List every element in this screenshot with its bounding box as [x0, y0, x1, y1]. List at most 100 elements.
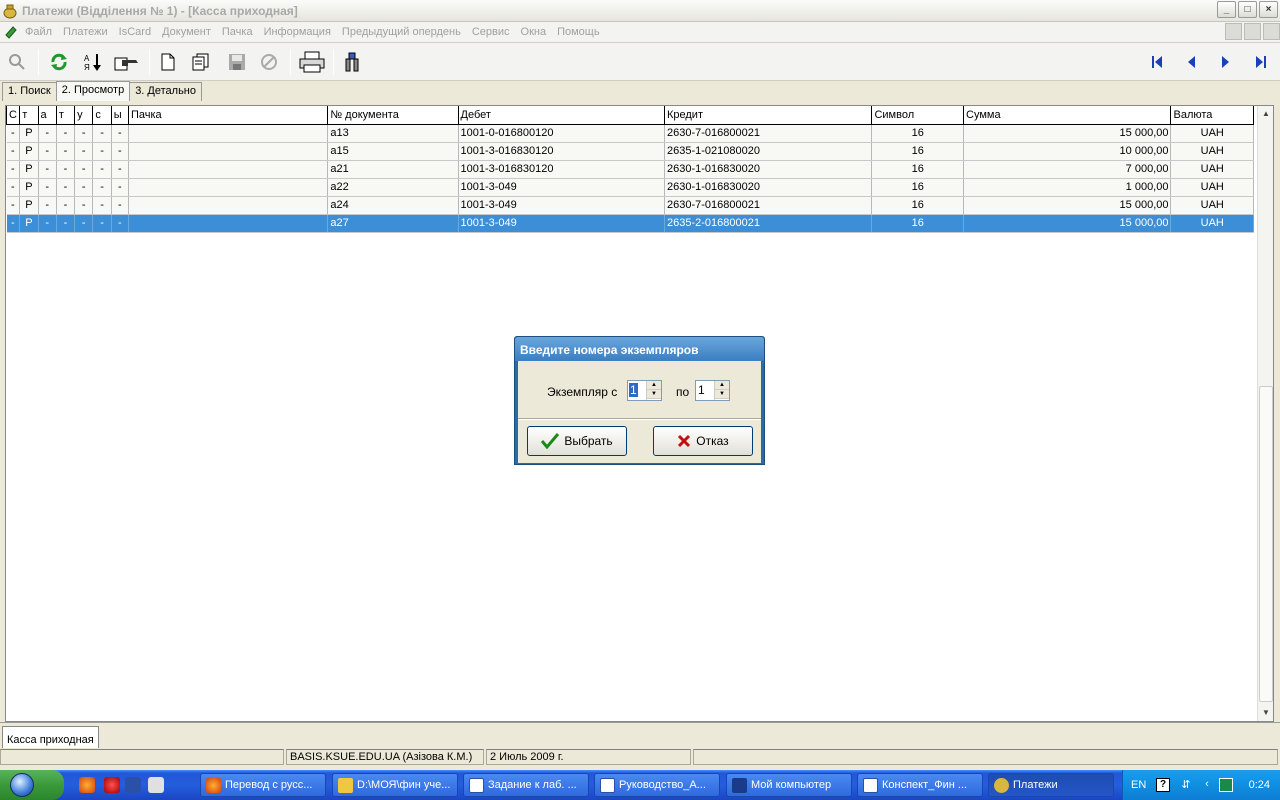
- tool-icon[interactable]: [340, 50, 364, 74]
- column-header[interactable]: а: [37, 106, 57, 125]
- table-cell[interactable]: 16: [871, 160, 964, 179]
- table-cell[interactable]: -: [38, 196, 57, 215]
- new-document-icon[interactable]: [156, 50, 180, 74]
- refresh-icon[interactable]: [47, 50, 71, 74]
- table-cell[interactable]: 1001-3-049: [458, 196, 665, 215]
- from-value[interactable]: 1: [629, 383, 638, 397]
- table-cell[interactable]: 1001-3-049: [458, 178, 665, 197]
- table-cell[interactable]: -: [38, 142, 57, 161]
- table-cell[interactable]: Р: [19, 214, 39, 233]
- table-cell[interactable]: -: [6, 124, 21, 143]
- column-header[interactable]: с: [92, 106, 112, 125]
- table-cell[interactable]: -: [74, 178, 94, 197]
- cancel-icon[interactable]: [257, 50, 281, 74]
- save-icon[interactable]: [225, 50, 249, 74]
- table-cell[interactable]: [128, 142, 329, 161]
- sort-icon[interactable]: AЯ: [81, 50, 105, 74]
- menu-pack[interactable]: Пачка: [222, 26, 253, 38]
- menu-iscard[interactable]: IsCard: [119, 26, 151, 38]
- close-button[interactable]: ×: [1259, 1, 1278, 18]
- table-cell[interactable]: 16: [871, 214, 964, 233]
- vertical-scrollbar[interactable]: ▲ ▼: [1257, 106, 1273, 721]
- table-cell[interactable]: -: [56, 214, 76, 233]
- spin-up-icon[interactable]: ▲: [647, 381, 661, 390]
- tab-details[interactable]: 3. Детально: [129, 82, 202, 101]
- table-cell[interactable]: -: [6, 160, 21, 179]
- taskbar-item[interactable]: Мой компьютер: [726, 773, 852, 797]
- table-cell[interactable]: -: [92, 196, 112, 215]
- table-cell[interactable]: UAH: [1170, 160, 1254, 179]
- table-cell[interactable]: -: [6, 142, 21, 161]
- mdi-restore-button[interactable]: [1244, 23, 1261, 40]
- mdi-minimize-button[interactable]: [1225, 23, 1242, 40]
- taskbar-item[interactable]: Перевод с русс...: [200, 773, 326, 797]
- first-record-icon[interactable]: [1145, 50, 1169, 74]
- menu-service[interactable]: Сервис: [472, 26, 510, 38]
- table-cell[interactable]: 16: [871, 178, 964, 197]
- table-cell[interactable]: а13: [327, 124, 459, 143]
- restore-button[interactable]: □: [1238, 1, 1257, 18]
- table-cell[interactable]: а15: [327, 142, 459, 161]
- minimize-button[interactable]: _: [1217, 1, 1236, 18]
- table-cell[interactable]: Р: [19, 196, 39, 215]
- table-cell[interactable]: 16: [871, 124, 964, 143]
- tab-search[interactable]: 1. Поиск: [2, 82, 57, 101]
- from-spinner[interactable]: 1 ▲ ▼: [627, 380, 662, 401]
- table-cell[interactable]: 1001-0-016800120: [458, 124, 665, 143]
- column-header[interactable]: т: [55, 106, 76, 125]
- table-cell[interactable]: UAH: [1170, 214, 1254, 233]
- table-cell[interactable]: 15 000,00: [963, 214, 1172, 233]
- to-spinner[interactable]: 1 ▲ ▼: [695, 380, 730, 401]
- table-cell[interactable]: -: [111, 160, 129, 179]
- table-cell[interactable]: -: [38, 124, 57, 143]
- copy-document-icon[interactable]: [189, 50, 213, 74]
- table-cell[interactable]: -: [38, 178, 57, 197]
- firefox-icon[interactable]: [79, 777, 95, 793]
- word-icon[interactable]: [125, 777, 141, 793]
- last-record-icon[interactable]: [1249, 50, 1273, 74]
- taskbar-item[interactable]: Задание к лаб. ...: [463, 773, 589, 797]
- table-cell[interactable]: 2635-2-016800021: [664, 214, 873, 233]
- start-button[interactable]: [0, 770, 64, 800]
- table-cell[interactable]: а22: [327, 178, 459, 197]
- table-cell[interactable]: -: [111, 196, 129, 215]
- table-cell[interactable]: 16: [871, 196, 964, 215]
- taskbar-item[interactable]: Конспект_Фин ...: [857, 773, 983, 797]
- table-row[interactable]: - Р - - - - - а13 1001-0-016800120 2630-7-0168000…: [6, 124, 1254, 143]
- table-cell[interactable]: -: [56, 124, 76, 143]
- to-value[interactable]: 1: [697, 383, 706, 397]
- taskbar-item[interactable]: Руководство_А...: [594, 773, 720, 797]
- menu-windows[interactable]: Окна: [521, 26, 547, 38]
- cancel-button[interactable]: Отказ: [653, 426, 753, 456]
- table-cell[interactable]: [128, 160, 329, 179]
- table-cell[interactable]: 15 000,00: [963, 124, 1172, 143]
- table-row-selected[interactable]: - Р - - - - - а27 1001-3-049 2635-2-016800021 16 15…: [6, 214, 1254, 233]
- table-cell[interactable]: а24: [327, 196, 459, 215]
- column-header-debit[interactable]: Дебет: [457, 106, 665, 125]
- table-cell[interactable]: -: [92, 160, 112, 179]
- export-hand-icon[interactable]: [113, 50, 141, 74]
- table-cell[interactable]: -: [38, 160, 57, 179]
- taskbar-item[interactable]: D:\МОЯ\фин уче...: [332, 773, 458, 797]
- table-cell[interactable]: -: [74, 142, 94, 161]
- document-menu-icon[interactable]: [4, 25, 18, 39]
- table-cell[interactable]: -: [92, 214, 112, 233]
- table-row[interactable]: - Р - - - - - а24 1001-3-049 2630-7-016800021 16 15…: [6, 196, 1254, 215]
- zoom-icon[interactable]: [5, 50, 29, 74]
- opera-icon[interactable]: [104, 777, 120, 793]
- table-cell[interactable]: -: [38, 214, 57, 233]
- mdi-close-button[interactable]: [1263, 23, 1280, 40]
- table-cell[interactable]: 2630-7-016800021: [664, 196, 873, 215]
- menu-file[interactable]: Файл: [25, 26, 52, 38]
- table-row[interactable]: - Р - - - - - а22 1001-3-049 2630-1-016830020 16 1 …: [6, 178, 1254, 197]
- table-cell[interactable]: Р: [19, 124, 39, 143]
- table-cell[interactable]: -: [56, 142, 76, 161]
- help-icon[interactable]: ?: [1156, 778, 1170, 792]
- scroll-down-arrow-icon[interactable]: ▼: [1258, 705, 1274, 721]
- select-button[interactable]: Выбрать: [527, 426, 627, 456]
- network-icon[interactable]: ⇵: [1179, 778, 1193, 792]
- table-cell[interactable]: 2630-7-016800021: [664, 124, 873, 143]
- table-cell[interactable]: -: [74, 214, 94, 233]
- table-cell[interactable]: -: [56, 160, 76, 179]
- next-record-icon[interactable]: [1213, 50, 1237, 74]
